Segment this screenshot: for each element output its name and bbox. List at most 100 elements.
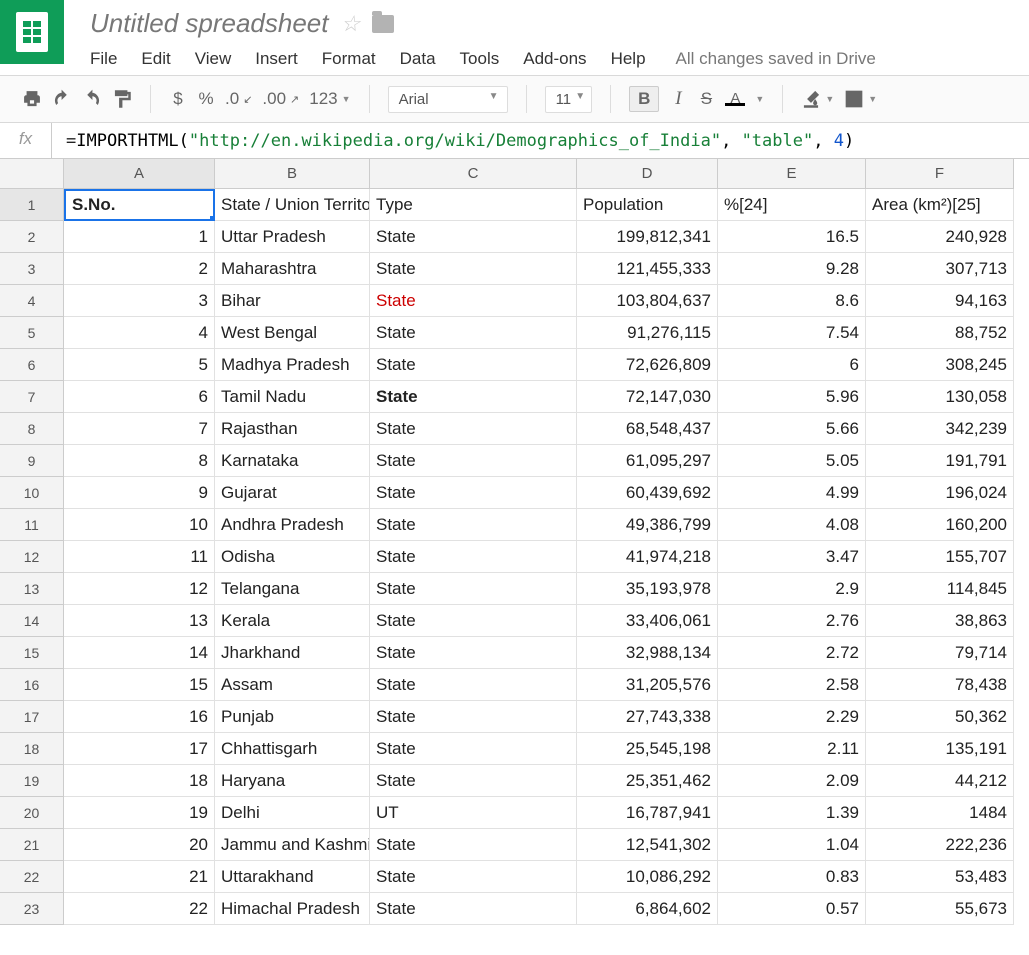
cell[interactable]: 53,483 [866, 861, 1014, 893]
row-header-17[interactable]: 17 [0, 701, 64, 733]
cell[interactable]: 7 [64, 413, 215, 445]
menu-data[interactable]: Data [400, 49, 436, 69]
row-header-12[interactable]: 12 [0, 541, 64, 573]
row-header-3[interactable]: 3 [0, 253, 64, 285]
cell[interactable]: 3 [64, 285, 215, 317]
cell[interactable]: 17 [64, 733, 215, 765]
cell[interactable]: State [370, 349, 577, 381]
cell[interactable]: State [370, 701, 577, 733]
formula-input[interactable]: =IMPORTHTML("http://en.wikipedia.org/wik… [52, 131, 1029, 151]
cell[interactable]: 6 [718, 349, 866, 381]
cell[interactable]: Andhra Pradesh [215, 509, 370, 541]
row-header-7[interactable]: 7 [0, 381, 64, 413]
cell[interactable]: 72,147,030 [577, 381, 718, 413]
col-header-A[interactable]: A [64, 159, 215, 189]
cell[interactable]: State [370, 253, 577, 285]
row-header-1[interactable]: 1 [0, 189, 64, 221]
cell[interactable]: Bihar [215, 285, 370, 317]
cell[interactable]: 2.11 [718, 733, 866, 765]
row-header-20[interactable]: 20 [0, 797, 64, 829]
cell[interactable]: State [370, 669, 577, 701]
row-header-16[interactable]: 16 [0, 669, 64, 701]
bold-button[interactable]: B [629, 86, 659, 112]
menu-addons[interactable]: Add-ons [523, 49, 586, 69]
cell[interactable]: 160,200 [866, 509, 1014, 541]
print-icon[interactable] [22, 89, 42, 109]
cell[interactable]: State [370, 317, 577, 349]
cell[interactable]: 15 [64, 669, 215, 701]
row-header-21[interactable]: 21 [0, 829, 64, 861]
cell[interactable]: Uttarakhand [215, 861, 370, 893]
cell[interactable]: 19 [64, 797, 215, 829]
cell[interactable]: 25,351,462 [577, 765, 718, 797]
cell[interactable]: Madhya Pradesh [215, 349, 370, 381]
percent-button[interactable]: % [197, 89, 215, 109]
cell[interactable]: 12 [64, 573, 215, 605]
col-header-E[interactable]: E [718, 159, 866, 189]
cell[interactable]: 196,024 [866, 477, 1014, 509]
italic-button[interactable]: I [669, 88, 687, 110]
cell[interactable]: 135,191 [866, 733, 1014, 765]
redo-icon[interactable] [82, 89, 102, 109]
cell[interactable]: 155,707 [866, 541, 1014, 573]
cell[interactable]: 5.96 [718, 381, 866, 413]
cell[interactable]: State [370, 285, 577, 317]
row-header-4[interactable]: 4 [0, 285, 64, 317]
row-header-11[interactable]: 11 [0, 509, 64, 541]
cell[interactable]: Kerala [215, 605, 370, 637]
menu-edit[interactable]: Edit [141, 49, 170, 69]
borders-button[interactable]: ▼ [844, 89, 877, 109]
cell[interactable]: 25,545,198 [577, 733, 718, 765]
cell[interactable]: Himachal Pradesh [215, 893, 370, 925]
cell[interactable]: Type [370, 189, 577, 221]
row-header-19[interactable]: 19 [0, 765, 64, 797]
cell[interactable]: Jharkhand [215, 637, 370, 669]
cell[interactable]: 9.28 [718, 253, 866, 285]
cell[interactable]: 6,864,602 [577, 893, 718, 925]
document-title[interactable]: Untitled spreadsheet [90, 8, 328, 39]
col-header-D[interactable]: D [577, 159, 718, 189]
row-header-13[interactable]: 13 [0, 573, 64, 605]
cell[interactable]: 50,362 [866, 701, 1014, 733]
cell[interactable]: 5.05 [718, 445, 866, 477]
cell[interactable]: 4.08 [718, 509, 866, 541]
row-header-9[interactable]: 9 [0, 445, 64, 477]
cell[interactable]: State [370, 221, 577, 253]
font-select[interactable]: Arial▼ [388, 86, 508, 113]
folder-icon[interactable] [372, 15, 394, 33]
cell[interactable]: 16 [64, 701, 215, 733]
cell[interactable]: 18 [64, 765, 215, 797]
cell[interactable]: State [370, 733, 577, 765]
cell[interactable]: 103,804,637 [577, 285, 718, 317]
cell[interactable]: 2.76 [718, 605, 866, 637]
cell[interactable]: 199,812,341 [577, 221, 718, 253]
cell[interactable]: 22 [64, 893, 215, 925]
cell[interactable]: State [370, 477, 577, 509]
cell[interactable]: 60,439,692 [577, 477, 718, 509]
cell[interactable]: 13 [64, 605, 215, 637]
cell[interactable]: 6 [64, 381, 215, 413]
cell[interactable]: 49,386,799 [577, 509, 718, 541]
number-format-button[interactable]: 123▼ [309, 89, 350, 109]
fill-color-button[interactable]: ▼ [801, 89, 834, 109]
cell[interactable]: 44,212 [866, 765, 1014, 797]
cell[interactable]: 12,541,302 [577, 829, 718, 861]
cell[interactable]: 0.83 [718, 861, 866, 893]
cell[interactable]: 14 [64, 637, 215, 669]
cell[interactable]: State [370, 829, 577, 861]
col-header-B[interactable]: B [215, 159, 370, 189]
cell[interactable]: Maharashtra [215, 253, 370, 285]
paint-format-icon[interactable] [112, 89, 132, 109]
row-header-10[interactable]: 10 [0, 477, 64, 509]
cell[interactable]: 27,743,338 [577, 701, 718, 733]
cell[interactable]: 16,787,941 [577, 797, 718, 829]
cell[interactable]: Delhi [215, 797, 370, 829]
cell[interactable]: 41,974,218 [577, 541, 718, 573]
cell[interactable]: 114,845 [866, 573, 1014, 605]
cell[interactable]: 342,239 [866, 413, 1014, 445]
cell[interactable]: 10 [64, 509, 215, 541]
cell[interactable]: 240,928 [866, 221, 1014, 253]
cell[interactable]: 8.6 [718, 285, 866, 317]
cell[interactable]: State [370, 445, 577, 477]
cell[interactable]: 2.29 [718, 701, 866, 733]
